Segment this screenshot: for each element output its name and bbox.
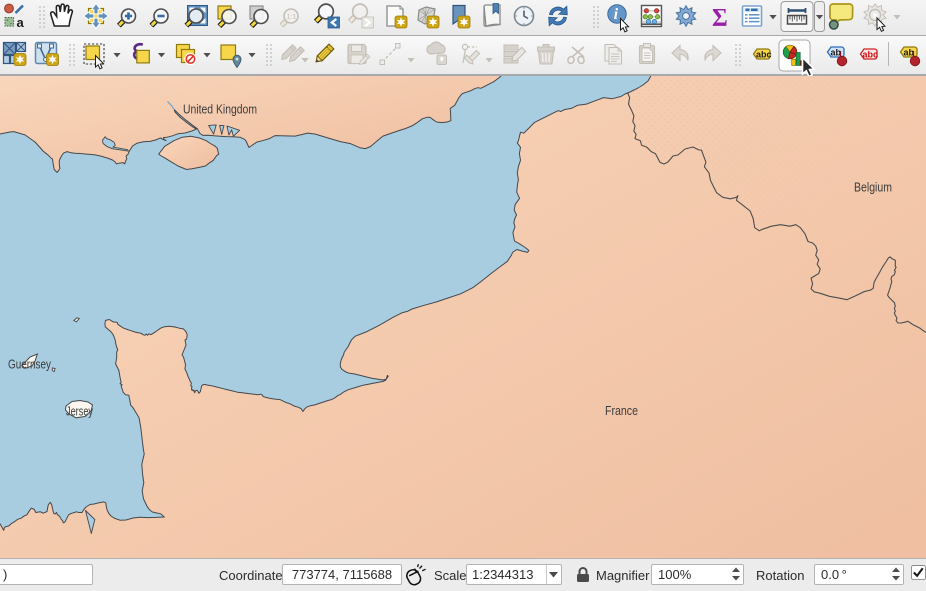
svg-text:i: i [614,6,619,23]
svg-text:Guernsey: Guernsey [8,358,52,372]
svg-text:ab: ab [904,48,915,58]
svg-text:Belgium: Belgium [854,181,892,195]
svg-text:a: a [17,15,25,30]
svg-text:abc: abc [863,50,879,60]
svg-text:Jersey: Jersey [66,405,94,419]
svg-text:Σ: Σ [712,4,728,32]
svg-text:1:1: 1:1 [287,14,297,21]
svg-text:abc: abc [756,50,772,60]
svg-text:United Kingdom: United Kingdom [183,103,257,117]
svg-text:ab: ab [831,48,842,58]
svg-text:France: France [605,404,638,418]
